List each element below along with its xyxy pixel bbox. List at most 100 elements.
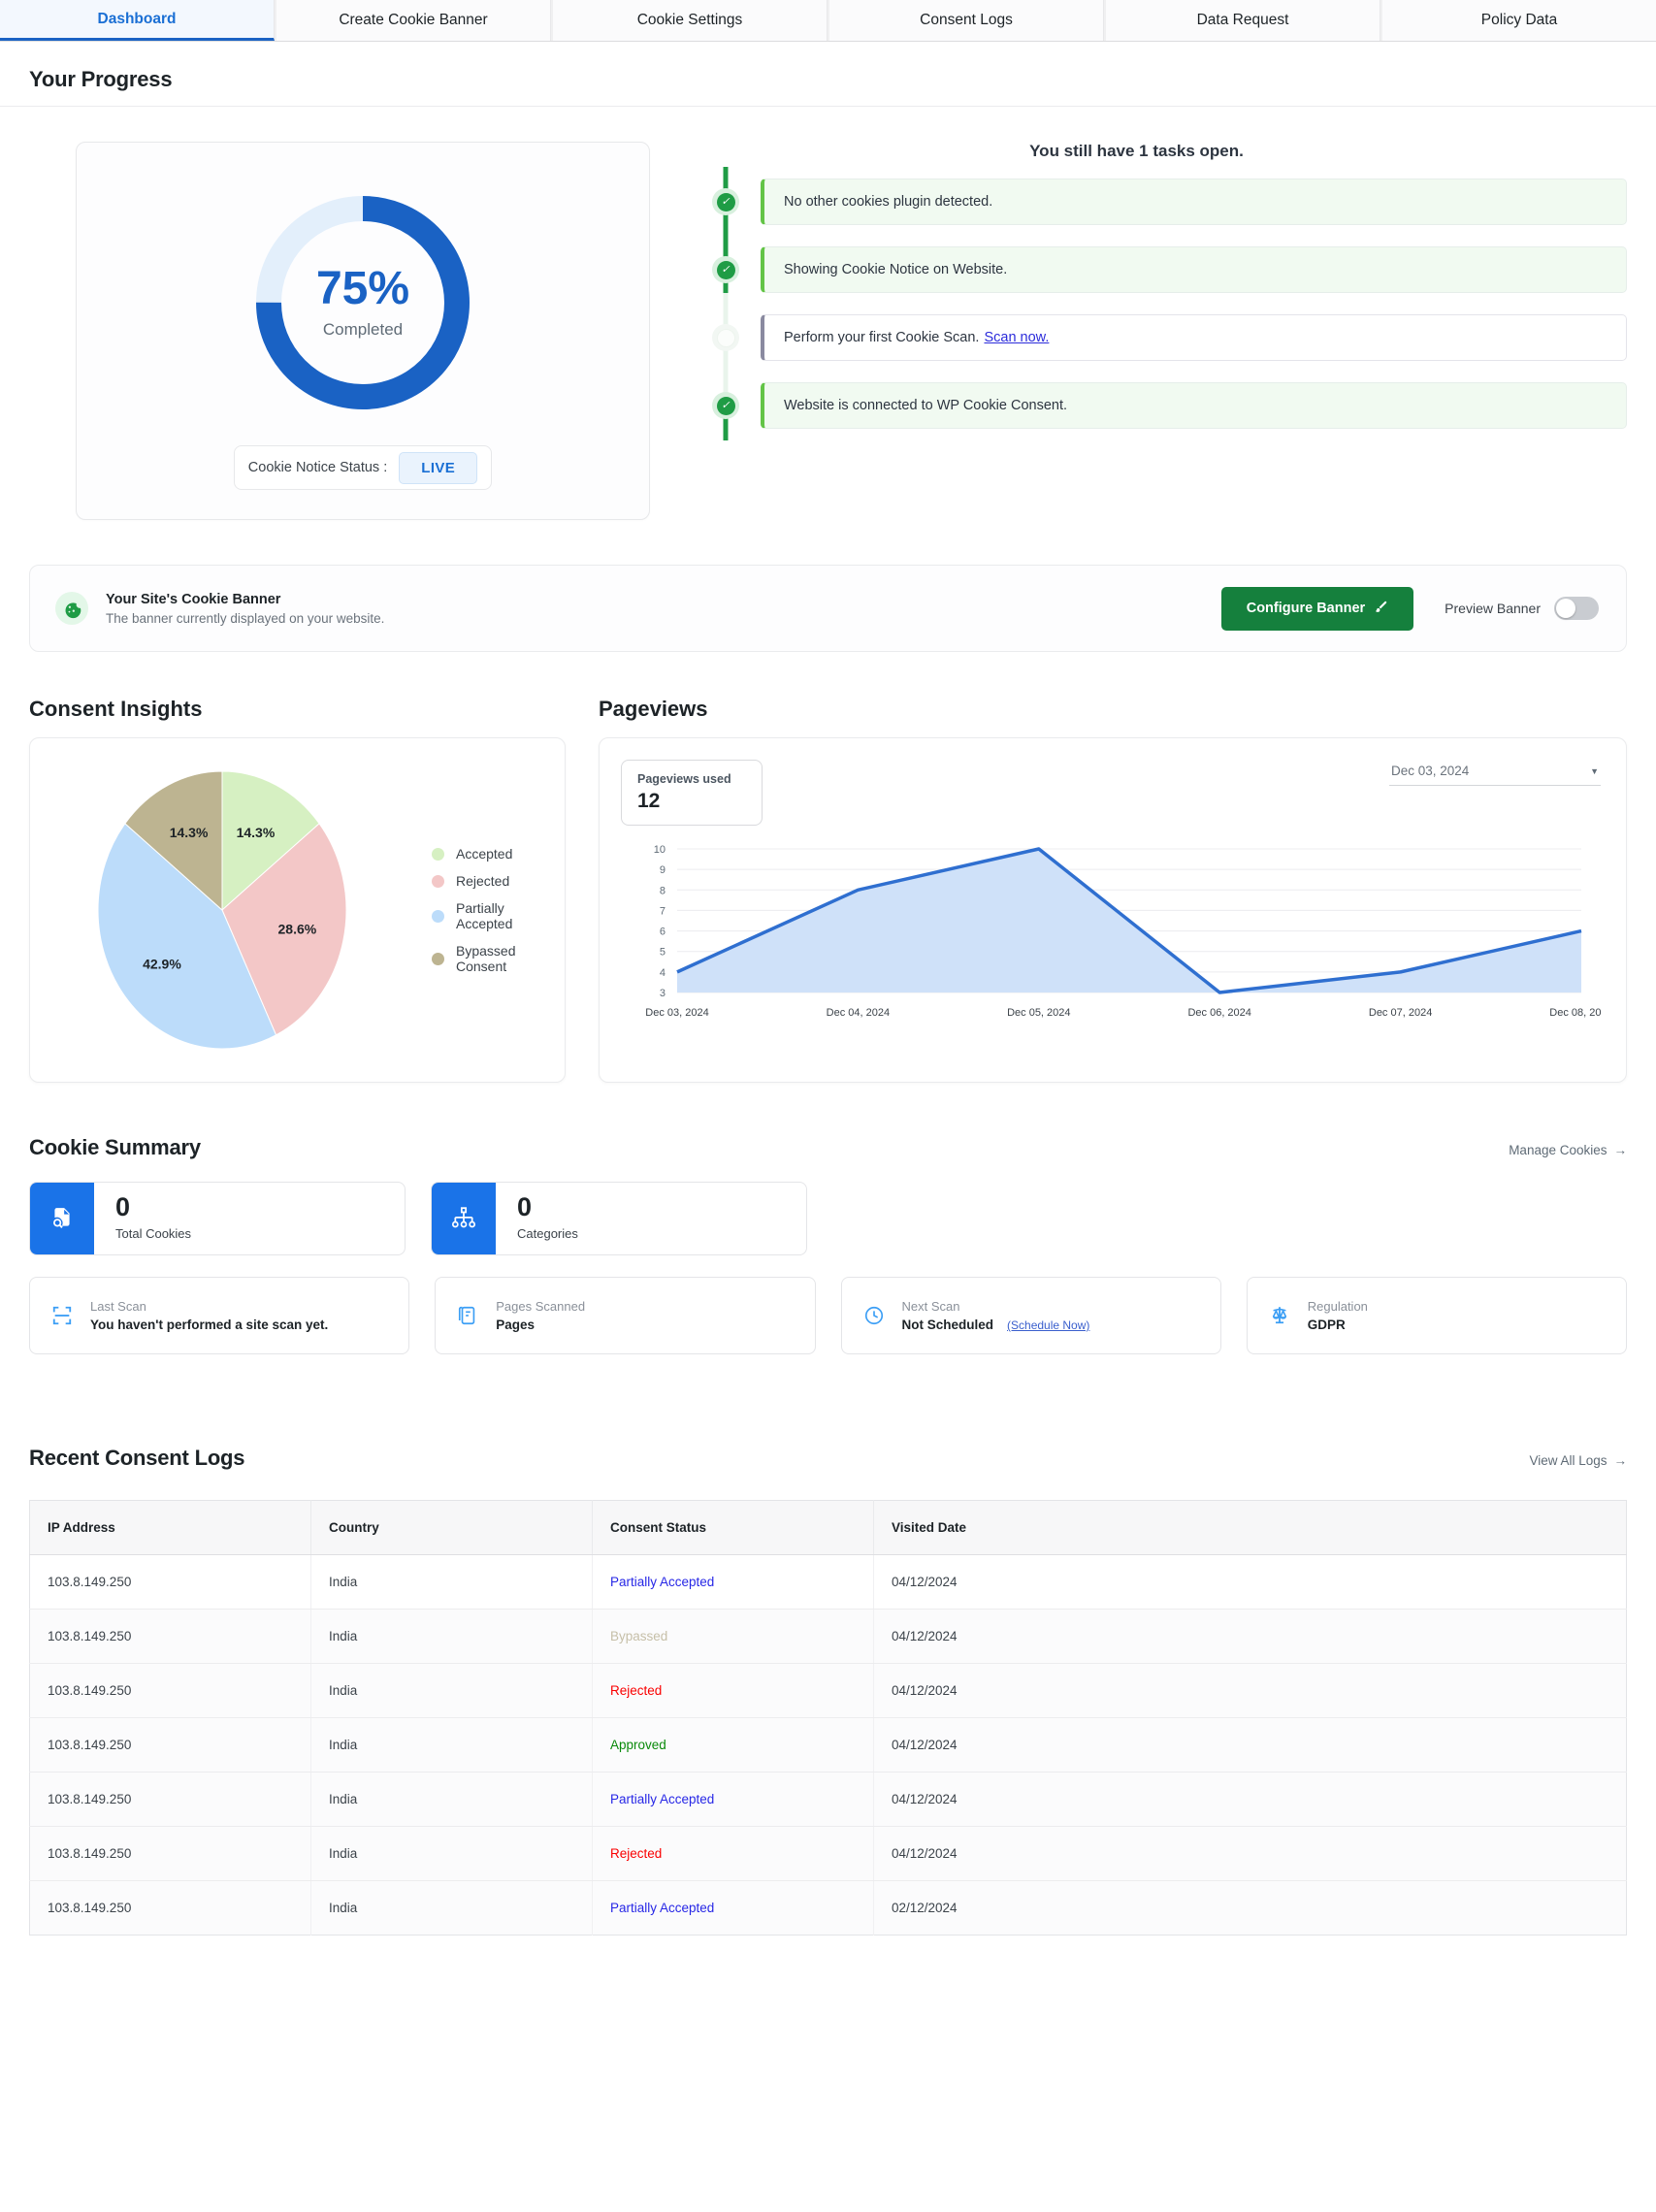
stat-value: 0 <box>115 1192 131 1221</box>
preview-banner-toggle[interactable] <box>1554 597 1599 620</box>
pie-slice-label: 14.3% <box>237 825 276 840</box>
tab-label: Cookie Settings <box>636 12 743 28</box>
table-row: 103.8.149.250 India Partially Accepted 04/1… <box>29 1772 1627 1827</box>
consent-insights-title: Consent Insights <box>29 697 203 721</box>
y-axis-tick: 4 <box>660 967 666 979</box>
task-check-icon: ✓ <box>712 256 739 283</box>
cell-consent-status: Partially Accepted <box>592 1772 874 1827</box>
table-head: IP Address Country Consent Status Visited D… <box>29 1500 1627 1555</box>
consent-logs-table: IP Address Country Consent Status Visited D… <box>29 1500 1627 1936</box>
pageviews-card: Pageviews used 12 Dec 03, 2024 ▼ 3 4 5 6 7 8 9… <box>599 737 1627 1083</box>
legend-label: Rejected <box>456 873 510 889</box>
column-header: Consent Status <box>592 1500 874 1555</box>
consent-logs-title: Recent Consent Logs <box>29 1446 245 1470</box>
legend-item: Bypassed Consent <box>432 943 536 974</box>
progress-section-body: 75% Completed Cookie Notice Status : LIV… <box>0 107 1656 520</box>
legend-label: Bypassed Consent <box>456 943 516 974</box>
task-message-text: Website is connected to WP Cookie Consen… <box>784 398 1068 413</box>
info-value: GDPR <box>1307 1317 1346 1332</box>
table-row: 103.8.149.250 India Bypassed 04/12/2024 <box>29 1609 1627 1664</box>
cell-consent-status: Rejected <box>592 1663 874 1718</box>
view-all-logs-label: View All Logs <box>1529 1453 1607 1468</box>
legend-swatch-icon <box>432 909 444 923</box>
cell-ip-address: 103.8.149.250 <box>29 1826 311 1881</box>
cookie-info-cards: Last Scan You haven't performed a site sc… <box>29 1277 1627 1354</box>
task-dot-inner: ✓ <box>716 192 735 211</box>
stat-card: 0 Categories <box>431 1182 807 1255</box>
legend-label: Partially Accepted <box>456 900 513 931</box>
x-axis-tick: Dec 08, 2024 <box>1549 1007 1601 1019</box>
task-rail: ✓ <box>704 179 747 225</box>
pageviews-svg: 3 4 5 6 7 8 9 10 Dec 03, 2024 Dec 04, 2024 Dec 05,… <box>645 844 1612 1019</box>
configure-banner-label: Configure Banner <box>1246 601 1366 616</box>
task-list: ✓ No other cookies plugin detected. ✓ Showi… <box>704 179 1627 429</box>
tab-cookie-settings[interactable]: Cookie Settings <box>553 0 828 41</box>
stat-label: Total Cookies <box>115 1226 192 1241</box>
tab-label: Dashboard <box>97 10 177 27</box>
pageviews-title: Pageviews <box>599 697 708 721</box>
cell-consent-status: Rejected <box>592 1826 874 1881</box>
tab-label: Create Cookie Banner <box>339 12 488 28</box>
info-value-row: You haven't performed a site scan yet. <box>90 1317 328 1332</box>
cookie-notice-status: Cookie Notice Status : LIVE <box>234 445 492 490</box>
stat-label: Categories <box>517 1226 578 1241</box>
cell-country: India <box>310 1609 593 1664</box>
x-axis-tick: Dec 04, 2024 <box>827 1007 890 1019</box>
legend-swatch-icon <box>432 847 444 861</box>
tab-data-request[interactable]: Data Request <box>1106 0 1380 41</box>
cell-visited-date: 04/12/2024 <box>873 1609 1627 1664</box>
table-body: 103.8.149.250 India Partially Accepted 04/1… <box>29 1554 1627 1936</box>
pie-slice-label: 42.9% <box>143 956 181 971</box>
info-card: Last Scan You haven't performed a site sc… <box>29 1277 410 1354</box>
tab-create-cookie-banner[interactable]: Create Cookie Banner <box>276 0 551 41</box>
info-card: Pages Scanned Pages <box>435 1277 816 1354</box>
consent-insights-column: Consent Insights 14.3% 28.6% 42.9% 14.3% Ac… <box>29 697 566 1083</box>
legend-swatch-icon <box>432 952 444 965</box>
main-tabbar: Dashboard Create Cookie Banner Cookie Sett… <box>0 0 1656 42</box>
schedule-now-link[interactable]: (Schedule Now) <box>1007 1318 1089 1332</box>
pageviews-column: Pageviews Pageviews used 12 Dec 03, 2024… <box>599 697 1627 1083</box>
task-dot-inner: ✓ <box>716 396 735 415</box>
tab-consent-logs[interactable]: Consent Logs <box>829 0 1104 41</box>
table-row: 103.8.149.250 India Partially Accepted 02/1… <box>29 1880 1627 1936</box>
x-axis-tick: Dec 06, 2024 <box>1187 1007 1250 1019</box>
pie-slice-label: 28.6% <box>278 922 317 937</box>
banner-actions: Configure Banner Preview Banner <box>1220 586 1599 631</box>
task-dot-inner: ✓ <box>716 260 735 279</box>
y-axis-tick: 5 <box>660 947 666 959</box>
y-axis-tick: 6 <box>660 927 666 938</box>
x-axis-tick: Dec 05, 2024 <box>1007 1007 1070 1019</box>
tab-policy-data[interactable]: Policy Data <box>1382 0 1656 41</box>
info-body: Regulation GDPR <box>1308 1299 1368 1332</box>
column-header: Country <box>310 1500 593 1555</box>
legend-item: Partially Accepted <box>432 900 536 931</box>
stat-value: 0 <box>517 1192 533 1221</box>
task-check-icon: ✓ <box>712 188 739 215</box>
configure-banner-button[interactable]: Configure Banner <box>1220 586 1414 631</box>
sitemap-icon <box>432 1183 496 1254</box>
task-check-icon: ✓ <box>712 392 739 419</box>
y-axis-tick: 8 <box>660 885 666 896</box>
manage-cookies-link[interactable]: Manage Cookies → <box>1509 1143 1627 1157</box>
view-all-logs-link[interactable]: View All Logs → <box>1529 1453 1627 1468</box>
info-label: Next Scan <box>901 1299 960 1314</box>
brush-icon <box>1374 600 1388 618</box>
task-message: No other cookies plugin detected. <box>761 179 1627 225</box>
preview-banner-control[interactable]: Preview Banner <box>1445 597 1599 620</box>
manage-cookies-label: Manage Cookies <box>1509 1143 1607 1157</box>
cell-ip-address: 103.8.149.250 <box>29 1717 311 1773</box>
tab-label: Consent Logs <box>920 12 1013 28</box>
pageviews-date-select[interactable]: Dec 03, 2024 ▼ <box>1389 760 1601 786</box>
info-value: Pages <box>496 1317 536 1332</box>
info-value-row: GDPR <box>1308 1317 1368 1332</box>
pages-icon <box>455 1305 480 1326</box>
task-rail <box>704 314 747 361</box>
x-axis-tick: Dec 07, 2024 <box>1369 1007 1432 1019</box>
site-cookie-banner-card: Your Site's Cookie Banner The banner cur… <box>29 565 1627 652</box>
tab-dashboard[interactable]: Dashboard <box>0 0 275 41</box>
pageviews-area-chart: 3 4 5 6 7 8 9 10 Dec 03, 2024 Dec 04, 2024 Dec 05,… <box>621 839 1612 1034</box>
stat-card: 0 Total Cookies <box>29 1182 406 1255</box>
table-row: 103.8.149.250 India Rejected 04/12/2024 <box>29 1826 1627 1881</box>
scan-now-link[interactable]: Scan now. <box>984 330 1049 345</box>
y-axis-tick: 10 <box>654 844 666 856</box>
